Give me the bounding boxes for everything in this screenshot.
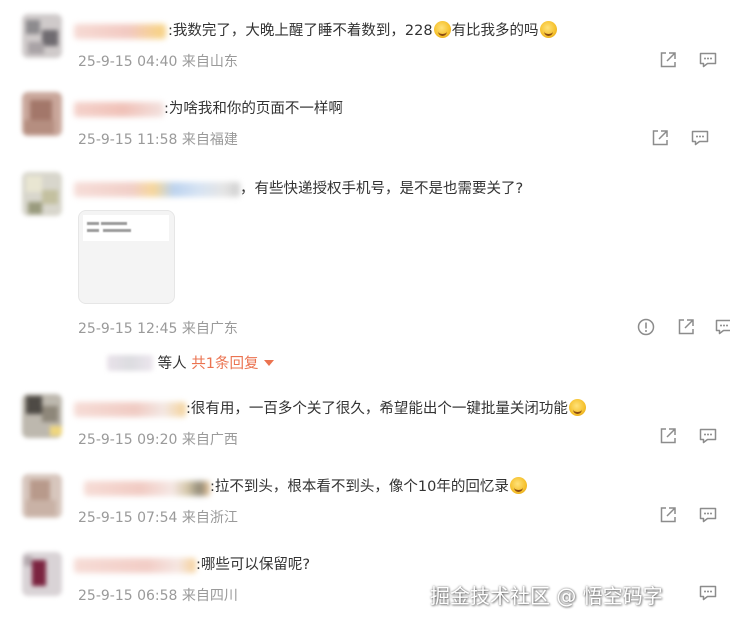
- comment-meta: 25-9-15 06:58 来自四川: [78, 585, 238, 605]
- username[interactable]: [84, 481, 210, 496]
- laugh-cry-emoji-icon: [568, 399, 586, 416]
- location: 来自浙江: [181, 510, 238, 526]
- comment-text: :为啥我和你的页面不一样啊: [164, 101, 343, 117]
- comment-icon[interactable]: [698, 50, 718, 70]
- report-icon[interactable]: [636, 317, 656, 337]
- avatar[interactable]: [22, 394, 62, 438]
- timestamp: 25-9-15 09:20: [78, 432, 178, 448]
- comment-text: :很有用，一百多个关了很久，希望能出个一键批量关闭功能: [186, 399, 587, 419]
- username[interactable]: [74, 558, 196, 573]
- username[interactable]: [74, 182, 240, 197]
- reply-user-names[interactable]: [107, 355, 153, 371]
- avatar[interactable]: [22, 14, 62, 58]
- image-thumbnail[interactable]: [78, 210, 175, 304]
- username[interactable]: [74, 402, 186, 417]
- location: 来自福建: [181, 132, 238, 148]
- laugh-cry-emoji-icon: [509, 477, 527, 494]
- comment-text: :我数完了，大晚上醒了睡不着数到，228 有比我多的吗: [168, 21, 558, 41]
- avatar[interactable]: [22, 172, 62, 216]
- share-icon[interactable]: [676, 317, 696, 337]
- timestamp: 25-9-15 06:58: [78, 588, 178, 604]
- username[interactable]: [74, 24, 166, 39]
- laugh-cry-emoji-icon: [433, 21, 451, 38]
- comment-text: :哪些可以保留呢?: [196, 557, 311, 573]
- share-icon[interactable]: [658, 505, 678, 525]
- caret-down-icon[interactable]: [264, 360, 275, 366]
- reply-summary: 等人 共1条回复: [107, 352, 275, 373]
- laugh-cry-emoji-icon: [539, 21, 557, 38]
- comment-icon[interactable]: [698, 583, 718, 603]
- timestamp: 25-9-15 07:54: [78, 510, 178, 526]
- reply-prefix: 等人: [157, 356, 187, 372]
- location: 来自广东: [181, 321, 238, 337]
- location: 来自四川: [181, 588, 238, 604]
- comment-meta: 25-9-15 09:20 来自广西: [78, 429, 238, 449]
- comment-text: :拉不到头，根本看不到头，像个10年的回忆录: [210, 477, 528, 497]
- timestamp: 25-9-15 04:40: [78, 54, 178, 70]
- avatar[interactable]: [22, 92, 62, 136]
- comment-meta: 25-9-15 11:58 来自福建: [78, 129, 238, 149]
- thumbnail-card: [83, 215, 169, 241]
- comment-icon[interactable]: [698, 505, 718, 525]
- username[interactable]: [74, 102, 164, 117]
- expand-replies-link[interactable]: 共1条回复: [191, 356, 258, 372]
- comment-icon[interactable]: [690, 128, 710, 148]
- comment-text: ，有些快递授权手机号，是不是也需要关了?: [240, 181, 524, 197]
- share-icon[interactable]: [650, 128, 670, 148]
- share-icon[interactable]: [658, 50, 678, 70]
- comment-icon[interactable]: [714, 317, 730, 337]
- comment-icon[interactable]: [698, 426, 718, 446]
- location: 来自广西: [181, 432, 238, 448]
- avatar[interactable]: [22, 552, 62, 596]
- comment-meta: 25-9-15 12:45 来自广东: [78, 318, 238, 338]
- timestamp: 25-9-15 12:45: [78, 321, 178, 337]
- location: 来自山东: [181, 54, 238, 70]
- comment-meta: 25-9-15 07:54 来自浙江: [78, 507, 238, 527]
- avatar[interactable]: [22, 474, 62, 518]
- timestamp: 25-9-15 11:58: [78, 132, 178, 148]
- share-icon[interactable]: [658, 426, 678, 446]
- watermark: 掘金技术社区 @ 悟空码字: [430, 584, 663, 608]
- comment-meta: 25-9-15 04:40 来自山东: [78, 51, 238, 71]
